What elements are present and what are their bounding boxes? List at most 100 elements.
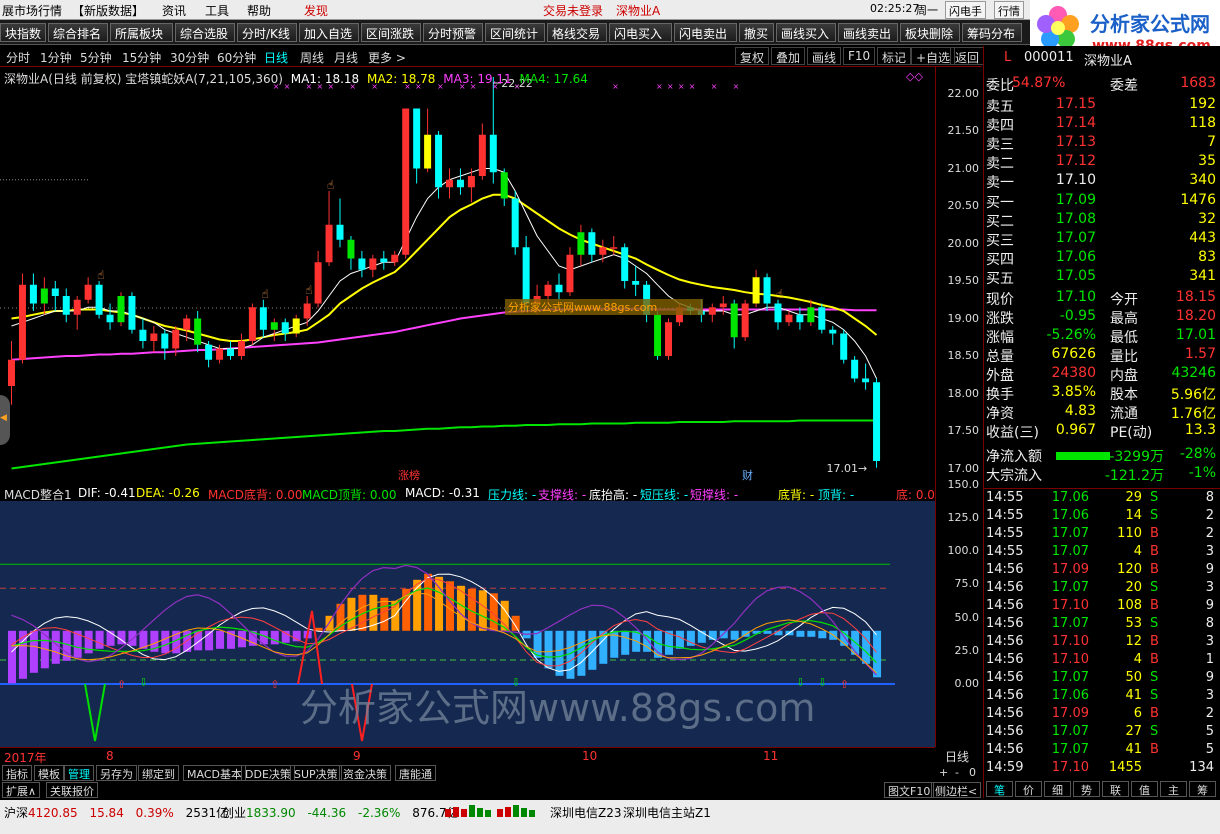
toolbar-button-15[interactable]: 板块删除 — [900, 23, 960, 42]
clock-weekday: 周一 — [916, 4, 938, 17]
chart-button-6[interactable]: 返回 — [950, 47, 985, 65]
indicator-tab-2[interactable]: 管理 — [64, 765, 94, 781]
ask-price[interactable]: 17.12 — [1016, 153, 1096, 172]
detail-tab-2[interactable]: 细 — [1044, 781, 1071, 797]
indicator-tab-4[interactable]: 绑定到 — [138, 765, 179, 781]
period-7[interactable]: 周线 — [300, 49, 324, 66]
menu-news[interactable]: 资讯 — [162, 2, 186, 19]
stat-value: 3.85% — [1051, 384, 1096, 400]
zoom-out-button[interactable]: - — [955, 766, 959, 779]
flow-value: -121.2万 — [1104, 468, 1164, 484]
period-6[interactable]: 日线 — [264, 49, 288, 66]
toolbar-button-2[interactable]: 所属板块 — [110, 23, 173, 42]
detail-tab-4[interactable]: 联 — [1102, 781, 1129, 797]
toolbar-button-10[interactable]: 闪电买入 — [609, 23, 672, 42]
bid-price[interactable]: 17.08 — [1016, 211, 1096, 230]
period-8[interactable]: 月线 — [334, 49, 358, 66]
diamond-icon[interactable]: ◇◇ — [906, 70, 923, 83]
period-0[interactable]: 分时 — [6, 49, 30, 66]
trade-login-status[interactable]: 交易未登录 — [543, 2, 603, 19]
ask-price[interactable]: 17.14 — [1016, 115, 1096, 134]
chart-button-2[interactable]: 画线 — [807, 47, 842, 65]
detail-tab-5[interactable]: 值 — [1131, 781, 1158, 797]
ask-price[interactable]: 17.15 — [1016, 96, 1096, 115]
toolbar-button-11[interactable]: 闪电卖出 — [674, 23, 737, 42]
kline-chart[interactable]: × × × × × × × × × × × × × × × × × × × × ×☝☝ ☝☝☝22.2217.01→分析家… — [0, 67, 935, 485]
toolbar-button-12[interactable]: 撤买 — [739, 23, 774, 42]
menu-market[interactable]: 展市场行情 — [2, 2, 62, 19]
ask-price[interactable]: 17.13 — [1016, 134, 1096, 153]
sh-index[interactable]: 沪深4120.85 15.84 0.39% 2531亿 — [4, 804, 228, 821]
toolbar-button-16[interactable]: 筹码分布 — [962, 23, 1022, 42]
bid-price[interactable]: 17.06 — [1016, 249, 1096, 268]
f10-button[interactable]: 图文F10 — [884, 782, 935, 798]
indicator-tab-9[interactable]: 唐能通 — [395, 765, 436, 781]
detail-tab-3[interactable]: 势 — [1073, 781, 1100, 797]
period-2[interactable]: 5分钟 — [80, 49, 112, 66]
expand-button[interactable]: 扩展∧ — [2, 782, 41, 798]
event-limit-up[interactable]: 涨榜 — [398, 468, 420, 482]
bid-price[interactable]: 17.09 — [1016, 192, 1096, 211]
indicator-tab-6[interactable]: DDE决策 — [241, 765, 295, 781]
toolbar-button-8[interactable]: 区间统计 — [485, 23, 545, 42]
menu-discover[interactable]: 发现 — [304, 2, 328, 19]
candle — [730, 299, 738, 349]
period-5[interactable]: 60分钟 — [217, 49, 256, 66]
indicator-tab-0[interactable]: 指标 — [2, 765, 32, 781]
related-quote-button[interactable]: 关联报价 — [46, 782, 98, 798]
toolbar-button-3[interactable]: 综合选股 — [175, 23, 235, 42]
toolbar-button-7[interactable]: 分时预警 — [423, 23, 483, 42]
period-9[interactable]: 更多 > — [368, 49, 406, 66]
server-main[interactable]: 深圳电信主站Z1 — [623, 804, 711, 821]
zoom-reset-button[interactable]: 0 — [969, 766, 976, 779]
tick-volume: 53 — [1125, 616, 1142, 631]
indicator-tab-7[interactable]: SUP决策 — [290, 765, 342, 781]
chart-button-3[interactable]: F10 — [843, 47, 876, 65]
chart-button-4[interactable]: 标记 — [877, 47, 912, 65]
tick-volume: 20 — [1125, 580, 1142, 595]
cy-index[interactable]: 创业1833.90 -44.36 -2.36% 876.7亿 — [222, 804, 459, 821]
flow-label: 大宗流入 — [986, 468, 1042, 484]
bid-price[interactable]: 17.05 — [1016, 268, 1096, 287]
server-name[interactable]: 深圳电信Z23 — [550, 804, 622, 821]
toolbar-button-1[interactable]: 综合排名 — [48, 23, 108, 42]
flash-hand-button[interactable]: 闪电手 — [945, 1, 986, 19]
chart-button-5[interactable]: +自选 — [911, 47, 956, 65]
period-1[interactable]: 1分钟 — [40, 49, 72, 66]
period-4[interactable]: 30分钟 — [170, 49, 209, 66]
toolbar-button-4[interactable]: 分时/K线 — [237, 23, 297, 42]
chart-button-0[interactable]: 复权 — [735, 47, 770, 65]
menu-tools[interactable]: 工具 — [205, 2, 229, 19]
event-finance[interactable]: 财 — [742, 468, 753, 482]
zoom-in-button[interactable]: + — [939, 766, 948, 779]
toolbar-button-13[interactable]: 画线买入 — [776, 23, 836, 42]
detail-tab-0[interactable]: 笔 — [986, 781, 1013, 797]
side-collapse-handle[interactable]: ◀ — [0, 395, 10, 445]
detail-tab-6[interactable]: 主 — [1160, 781, 1187, 797]
ask-price[interactable]: 17.10 — [1016, 172, 1096, 191]
toolbar-button-6[interactable]: 区间涨跌 — [361, 23, 421, 42]
indicator-tab-1[interactable]: 模板 — [34, 765, 64, 781]
detail-tab-1[interactable]: 价 — [1015, 781, 1042, 797]
sidebar-toggle-button[interactable]: 侧边栏< — [931, 782, 982, 798]
toolbar-button-9[interactable]: 格线交易 — [547, 23, 607, 42]
menu-newdata[interactable]: 【新版数据】 — [72, 2, 144, 19]
bid-price[interactable]: 17.07 — [1016, 230, 1096, 249]
candle — [194, 311, 202, 353]
ma4-line — [11, 419, 877, 470]
indicator-tab-5[interactable]: MACD基本 — [183, 765, 246, 781]
period-3[interactable]: 15分钟 — [122, 49, 161, 66]
chart-button-1[interactable]: 叠加 — [771, 47, 806, 65]
signal-marker: × — [612, 82, 619, 91]
detail-tab-7[interactable]: 筹 — [1189, 781, 1216, 797]
indicator-tab-8[interactable]: 资金决策 — [339, 765, 391, 781]
quote-button[interactable]: 行情 — [994, 1, 1024, 19]
toolbar-button-14[interactable]: 画线卖出 — [838, 23, 898, 42]
menu-help[interactable]: 帮助 — [247, 2, 271, 19]
candle — [325, 191, 333, 266]
toolbar-button-5[interactable]: 加入自选 — [299, 23, 359, 42]
indicator-tab-3[interactable]: 另存为 — [96, 765, 137, 781]
toolbar-button-0[interactable]: 块指数 — [0, 23, 46, 42]
macd-chart[interactable]: ⇧ ⇧ ⇧⇩ ⇩ ⇩ ⇩分析家公式网www.88gs.com — [0, 501, 935, 747]
tick-side: S — [1150, 688, 1159, 703]
